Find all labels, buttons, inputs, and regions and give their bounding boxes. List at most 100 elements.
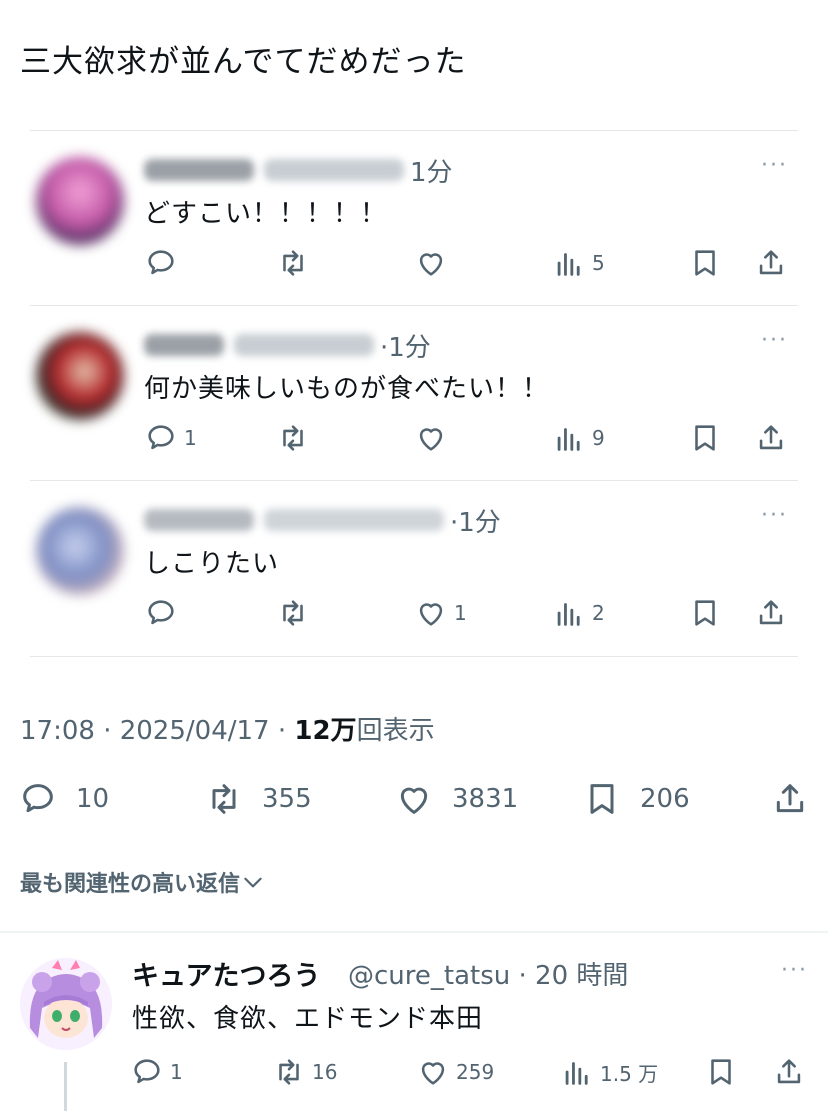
embedded-reply-card[interactable]: 1分 ··· どすこい！！！！！ 5 [30,130,798,306]
action-bar: 5 [144,243,794,283]
retweet-button[interactable]: 16 [272,1052,337,1092]
retweet-button[interactable] [276,418,310,458]
reply-button[interactable]: 10 [18,776,109,822]
view-label: 回表示 [356,716,435,746]
heart-icon [419,253,443,276]
like-count: 1 [454,601,467,625]
heart-icon [421,1062,445,1085]
reply-author-handle[interactable]: @cure_tatsu · 20 時間 [348,955,628,992]
action-bar: 1 2 [144,593,794,633]
views-count: 1.5 万 [600,1061,659,1086]
avatar[interactable] [36,507,124,595]
like-count: 3831 [452,784,519,814]
comment-icon [148,250,174,275]
reply-button[interactable]: 1 [144,418,197,458]
comment-icon [134,1059,160,1084]
share-button[interactable] [754,418,788,458]
reply-text: どすこい！！！！！ [144,199,388,229]
views-count: 9 [592,426,605,450]
views-icon [557,253,580,276]
reply-count: 1 [184,426,197,450]
like-button[interactable] [414,418,454,458]
share-icon [776,784,804,813]
heart-icon [419,428,443,451]
divider [0,931,828,933]
author-bar: ·1分 [144,328,431,363]
views-icon [557,603,580,626]
retweet-icon [212,784,236,814]
reply-author-name[interactable]: キュアたつろう [132,954,320,993]
views-count: 2 [592,601,605,625]
retweet-icon [283,600,303,626]
share-button[interactable] [754,593,788,633]
tweet-timestamp-line: 17:08 · 2025/04/17 · 12万回表示 [20,710,435,747]
share-button[interactable] [754,243,788,283]
share-icon [759,425,783,450]
more-icon[interactable]: ··· [761,153,788,178]
blurred-handle [264,159,404,181]
more-icon[interactable]: ··· [781,958,808,983]
tweet-text: 三大欲求が並んでてだめだった [20,44,467,80]
view-count: 12万 [294,716,357,746]
views-icon [557,428,580,451]
blurred-handle [234,334,374,356]
more-icon[interactable]: ··· [761,328,788,353]
views-button[interactable]: 2 [552,593,605,633]
like-button[interactable]: 259 [416,1052,494,1092]
retweet-count: 355 [262,784,312,814]
more-icon[interactable]: ··· [761,503,788,528]
like-button[interactable]: 3831 [394,776,518,822]
reply-count: 1 [170,1060,183,1084]
reply-sort-dropdown[interactable]: 最も関連性の高い返信 [20,866,266,898]
tweet-stats-bar: 10 355 3831 206 [0,776,828,822]
embedded-reply-card[interactable]: ·1分 ··· 何か美味しいものが食べたい！！ 1 9 [30,305,798,481]
share-button[interactable] [772,1052,806,1092]
blurred-handle [264,509,444,531]
like-count: 259 [456,1060,495,1084]
bookmark-icon [711,1059,731,1085]
retweet-icon [279,1059,299,1085]
blurred-name [144,159,254,181]
reply-button[interactable]: 1 [130,1052,183,1092]
reply-text: 性欲、食欲、エドモンド本田 [132,1004,484,1034]
timestamp: ·1分 [450,507,501,538]
retweet-icon [283,425,303,451]
retweet-button[interactable] [276,243,310,283]
bookmark-button[interactable] [688,593,722,633]
views-button[interactable]: 9 [552,418,605,458]
bookmark-button[interactable] [704,1052,738,1092]
embedded-reply-card[interactable]: ·1分 ··· しこりたい 1 2 [30,480,798,657]
reply-button[interactable] [144,243,184,283]
bookmark-button[interactable]: 206 [582,776,690,822]
like-button[interactable] [414,243,454,283]
bookmark-button[interactable] [688,243,722,283]
views-icon [565,1062,588,1085]
reply-action-bar: 1 16 259 1.5 万 [130,1052,820,1090]
share-button[interactable] [770,776,810,822]
reply-text: 何か美味しいものが食べたい！！ [144,374,550,404]
author-bar: ·1分 [144,503,501,538]
views-count: 5 [592,251,605,275]
views-button[interactable]: 5 [552,243,605,283]
like-button[interactable]: 1 [414,593,467,633]
comment-icon [148,600,174,625]
bookmark-icon [695,425,715,451]
avatar[interactable] [36,157,124,245]
thread-line [64,1062,67,1111]
bookmark-button[interactable] [688,418,722,458]
retweet-button[interactable] [276,593,310,633]
share-icon [759,250,783,275]
share-icon [777,1059,801,1084]
bookmark-icon [695,250,715,276]
views-button[interactable]: 1.5 万 [560,1052,658,1092]
reply-button[interactable] [144,593,184,633]
retweet-button[interactable]: 355 [204,776,312,822]
sort-label: 最も関連性の高い返信 [20,872,241,897]
author-bar: 1分 [144,153,453,188]
avatar[interactable] [20,958,112,1050]
timestamp: ·1分 [380,332,431,363]
reply-count: 10 [76,784,110,814]
retweet-icon [283,250,303,276]
avatar[interactable] [36,332,124,420]
bookmark-icon [590,784,614,814]
